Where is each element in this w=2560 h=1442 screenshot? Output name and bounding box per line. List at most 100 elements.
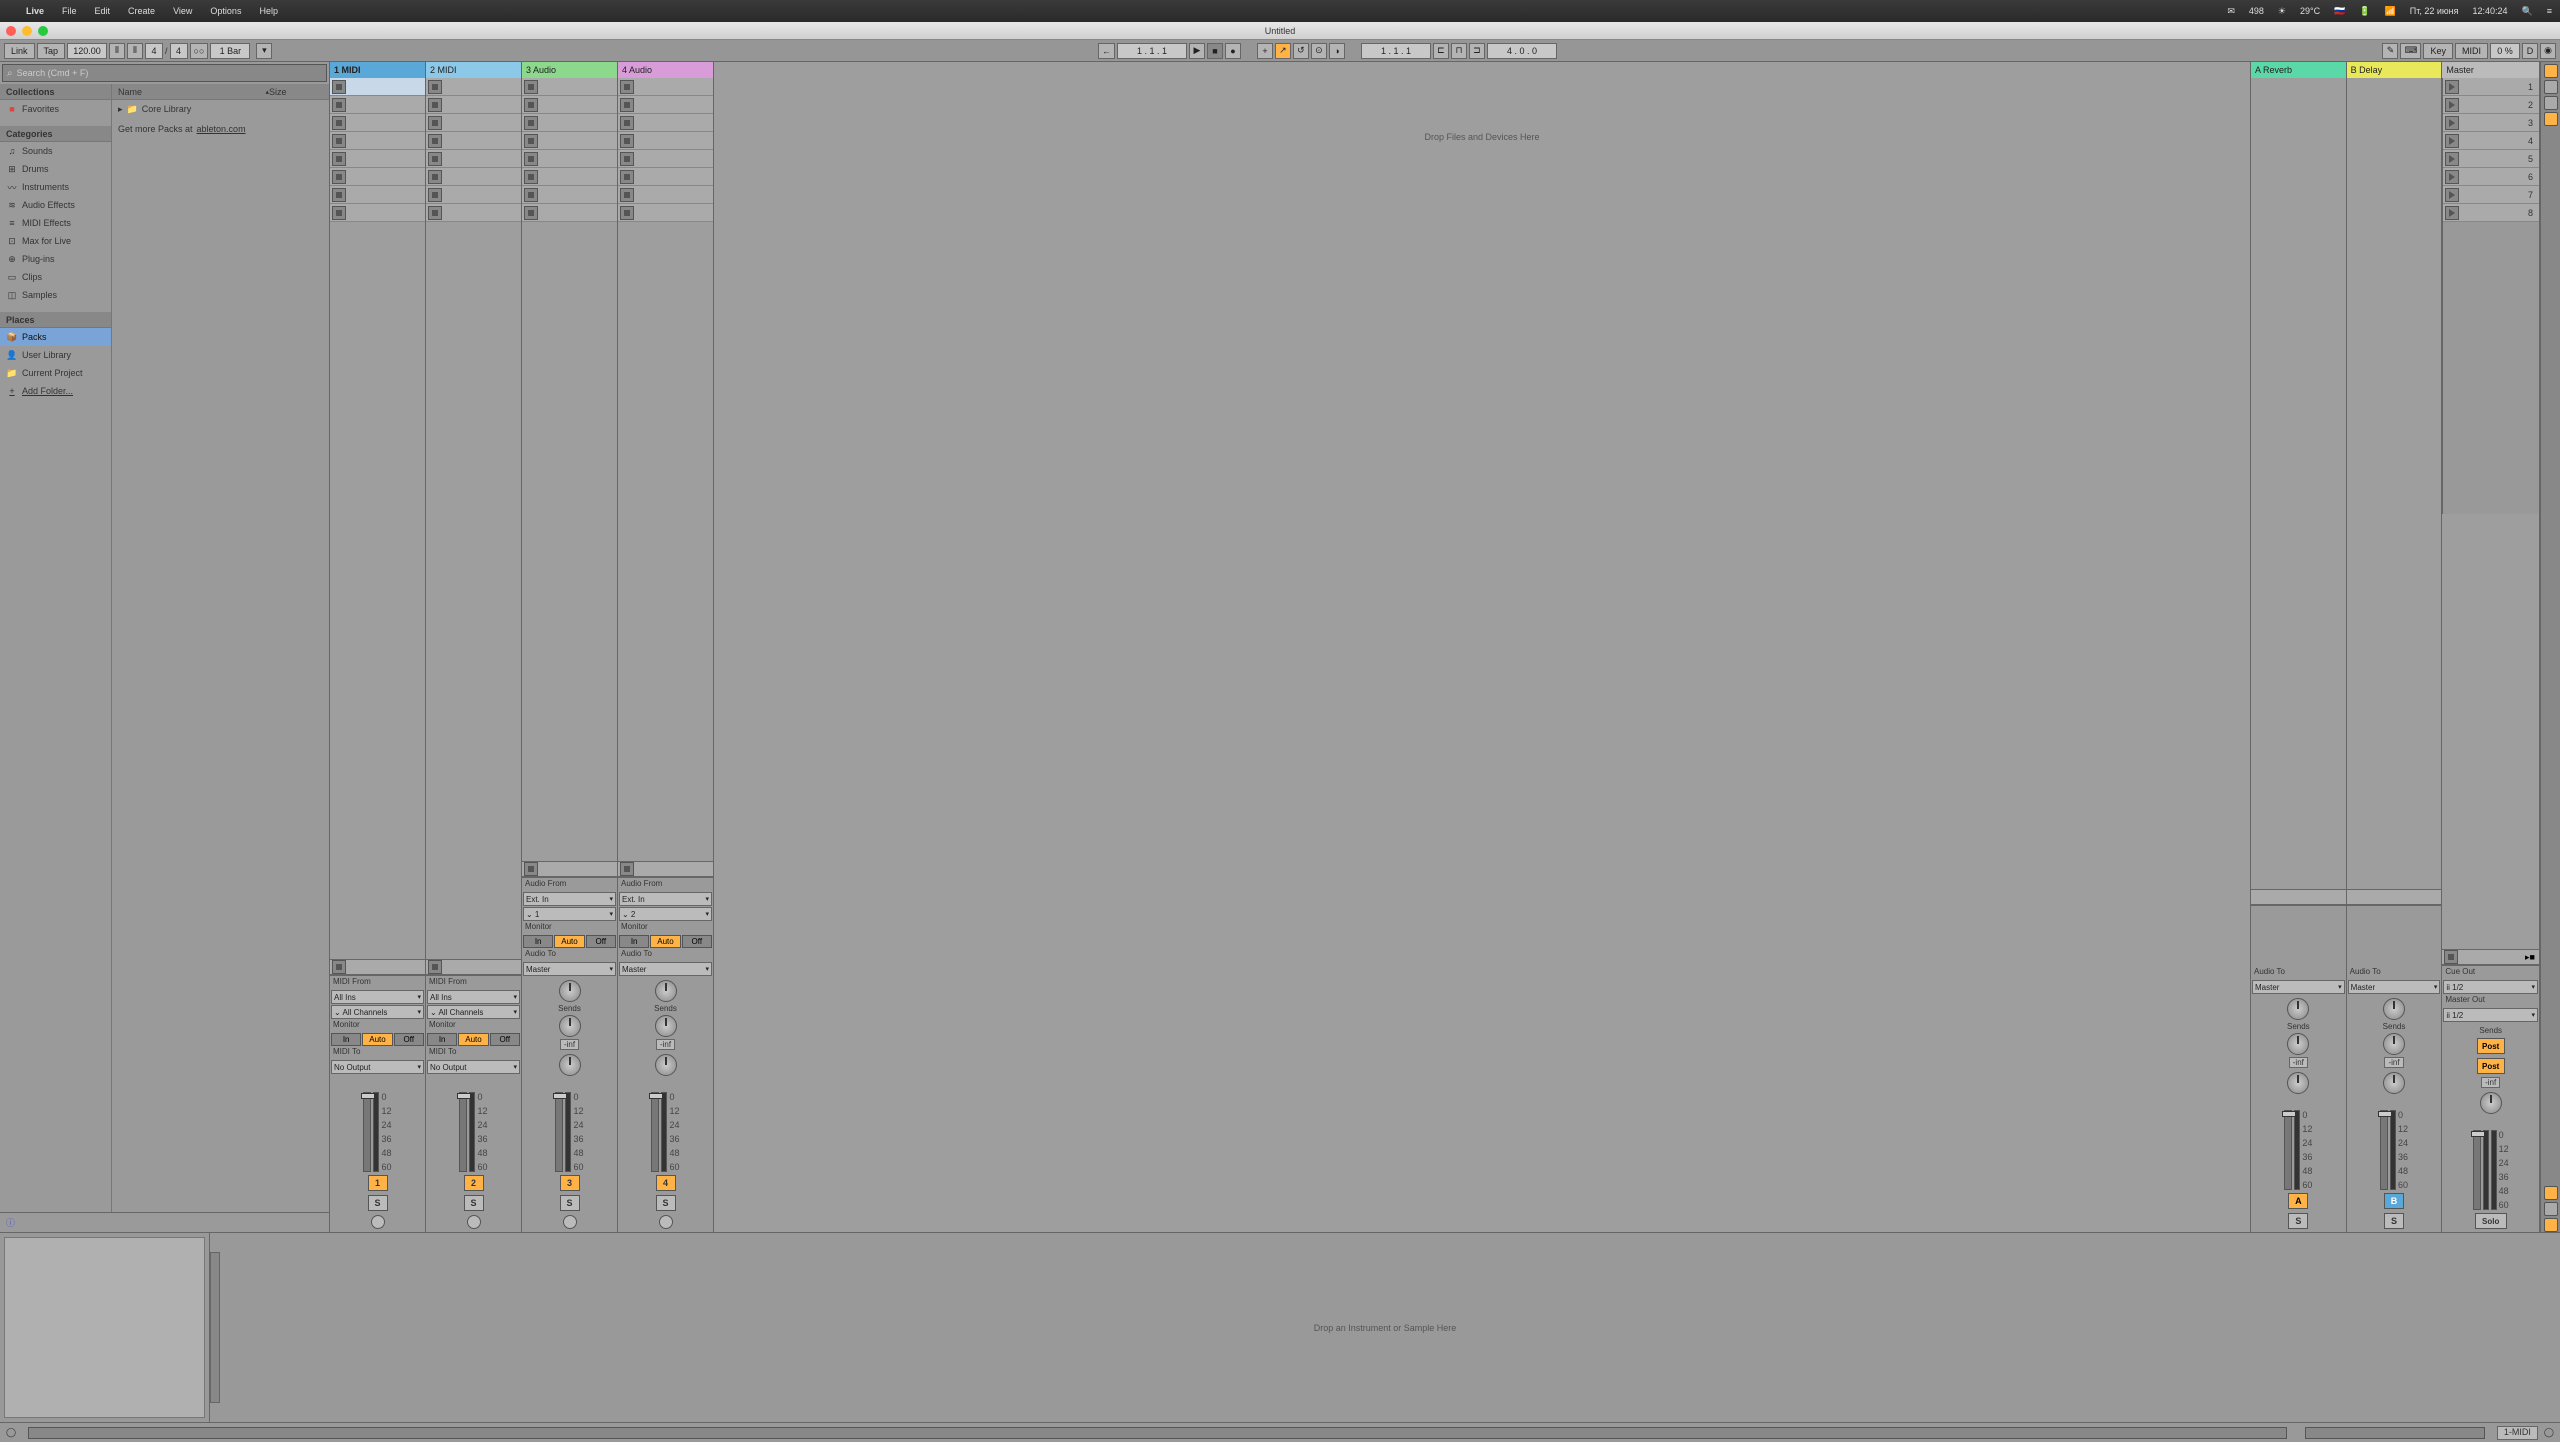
place-user-library[interactable]: 👤User Library (0, 346, 111, 364)
clip-slot[interactable] (330, 168, 425, 186)
nudge-up[interactable]: ⦀ (127, 43, 143, 59)
info-icon[interactable]: ⓘ (6, 1216, 15, 1229)
scene-slot[interactable]: 4 (2443, 132, 2539, 150)
return-header[interactable]: A Reverb (2251, 62, 2346, 78)
returns-toggle[interactable] (2544, 96, 2558, 110)
core-library-item[interactable]: ▸📁Core Library (112, 100, 329, 118)
input-flag[interactable]: 🇷🇺 (2334, 6, 2345, 17)
clip-stop-icon[interactable] (428, 80, 442, 94)
mail-icon[interactable]: ✉ (2227, 6, 2235, 17)
place-add-folder---[interactable]: +Add Folder... (0, 382, 111, 400)
clip-stop-icon[interactable] (332, 170, 346, 184)
menu-help[interactable]: Help (259, 6, 278, 16)
scene-play-icon[interactable] (2445, 188, 2459, 202)
capture-button[interactable]: ⊙ (1311, 43, 1327, 59)
clip-stop-icon[interactable] (620, 206, 634, 220)
category-max-for-live[interactable]: ⊡Max for Live (0, 232, 111, 250)
menu-edit[interactable]: Edit (95, 6, 111, 16)
tap-button[interactable]: Tap (37, 43, 66, 59)
zoom-button[interactable] (38, 26, 48, 36)
menu-icon[interactable]: ≡ (2547, 6, 2552, 16)
clip-slot[interactable] (522, 186, 617, 204)
volume-fader[interactable] (363, 1092, 371, 1172)
clip-slot[interactable] (426, 132, 521, 150)
stop-button[interactable]: ■ (1207, 43, 1223, 59)
follow-button[interactable]: ← (1098, 43, 1115, 59)
clip-slot[interactable] (522, 204, 617, 222)
punch-in[interactable]: ⊏ (1433, 43, 1449, 59)
monitor-in[interactable]: In (331, 1033, 361, 1046)
overdub-button[interactable]: + (1257, 43, 1273, 59)
category-plug-ins[interactable]: ⊕Plug-ins (0, 250, 111, 268)
selected-track-label[interactable]: 1-MIDI (2497, 1426, 2538, 1440)
volume-fader[interactable] (651, 1092, 659, 1172)
clip-stop-icon[interactable] (332, 188, 346, 202)
input-type[interactable]: All Ins (331, 990, 424, 1004)
monitor-off[interactable]: Off (394, 1033, 424, 1046)
post-button-b[interactable]: Post (2477, 1058, 2505, 1074)
scene-play-icon[interactable] (2445, 152, 2459, 166)
reenable-automation[interactable]: ↺ (1293, 43, 1309, 59)
clip-stop-icon[interactable] (332, 152, 346, 166)
session-record[interactable]: ◑ (1329, 43, 1345, 59)
track-activator[interactable]: 4 (656, 1175, 676, 1191)
monitor-auto[interactable]: Auto (554, 935, 584, 948)
clip-slot[interactable] (618, 132, 713, 150)
battery-icon[interactable]: 🔋 (2359, 6, 2370, 17)
clip-slot[interactable] (426, 114, 521, 132)
sends-toggle[interactable] (2544, 80, 2558, 94)
clip-slot[interactable] (618, 204, 713, 222)
favorites-item[interactable]: ■Favorites (0, 100, 111, 118)
input-channel[interactable]: ⌄ All Channels (427, 1005, 520, 1019)
app-name[interactable]: Live (26, 6, 44, 16)
clip-stop-icon[interactable] (524, 206, 538, 220)
clip-stop-icon[interactable] (524, 116, 538, 130)
solo-button[interactable]: S (368, 1195, 388, 1211)
minimize-button[interactable] (22, 26, 32, 36)
clip-slot[interactable] (330, 78, 425, 96)
volume-fader[interactable] (459, 1092, 467, 1172)
clip-stop-icon[interactable] (620, 116, 634, 130)
clip-overview[interactable] (4, 1237, 205, 1418)
category-clips[interactable]: ▭Clips (0, 268, 111, 286)
close-button[interactable] (6, 26, 16, 36)
scene-slot[interactable]: 8 (2443, 204, 2539, 222)
loop-length[interactable]: 4 . 0 . 0 (1487, 43, 1557, 59)
sig-numerator[interactable]: 4 (145, 43, 163, 59)
sig-denominator[interactable]: 4 (170, 43, 188, 59)
clip-slot[interactable] (618, 150, 713, 168)
clip-stop-icon[interactable] (524, 170, 538, 184)
return-output[interactable]: Master (2252, 980, 2345, 994)
track-activator[interactable]: 1 (368, 1175, 388, 1191)
track-delay-toggle[interactable] (2544, 1186, 2558, 1200)
cue-volume[interactable] (2480, 1092, 2502, 1114)
get-packs-link[interactable]: Get more Packs at ableton.com (112, 118, 329, 136)
wifi-icon[interactable]: 📶 (2385, 6, 2396, 17)
track-header[interactable]: 3 Audio (522, 62, 617, 78)
scene-play-icon[interactable] (2445, 98, 2459, 112)
volume-knob[interactable] (2287, 1072, 2309, 1094)
date[interactable]: Пт, 22 июня (2410, 6, 2459, 16)
volume-knob[interactable] (655, 1054, 677, 1076)
clip-slot[interactable] (618, 168, 713, 186)
monitor-auto[interactable]: Auto (650, 935, 680, 948)
performance-toggle[interactable] (2544, 1218, 2558, 1232)
menu-file[interactable]: File (62, 6, 77, 16)
send-knob[interactable] (2287, 1033, 2309, 1055)
arm-button[interactable] (659, 1215, 673, 1229)
clip-stop-icon[interactable] (524, 80, 538, 94)
clip-stop-icon[interactable] (332, 134, 346, 148)
arm-button[interactable] (467, 1215, 481, 1229)
clip-slot[interactable] (618, 96, 713, 114)
clip-slot[interactable] (330, 186, 425, 204)
spotlight-icon[interactable]: 🔍 (2522, 6, 2533, 17)
clip-slot[interactable] (522, 168, 617, 186)
scene-slot[interactable]: 3 (2443, 114, 2539, 132)
mixer-toggle[interactable] (2544, 112, 2558, 126)
output-type[interactable]: Master (619, 962, 712, 976)
clip-slot[interactable] (426, 186, 521, 204)
stop-all-slot[interactable] (522, 861, 617, 877)
return-header[interactable]: B Delay (2347, 62, 2442, 78)
category-samples[interactable]: ◫Samples (0, 286, 111, 304)
clip-stop-icon[interactable] (524, 134, 538, 148)
